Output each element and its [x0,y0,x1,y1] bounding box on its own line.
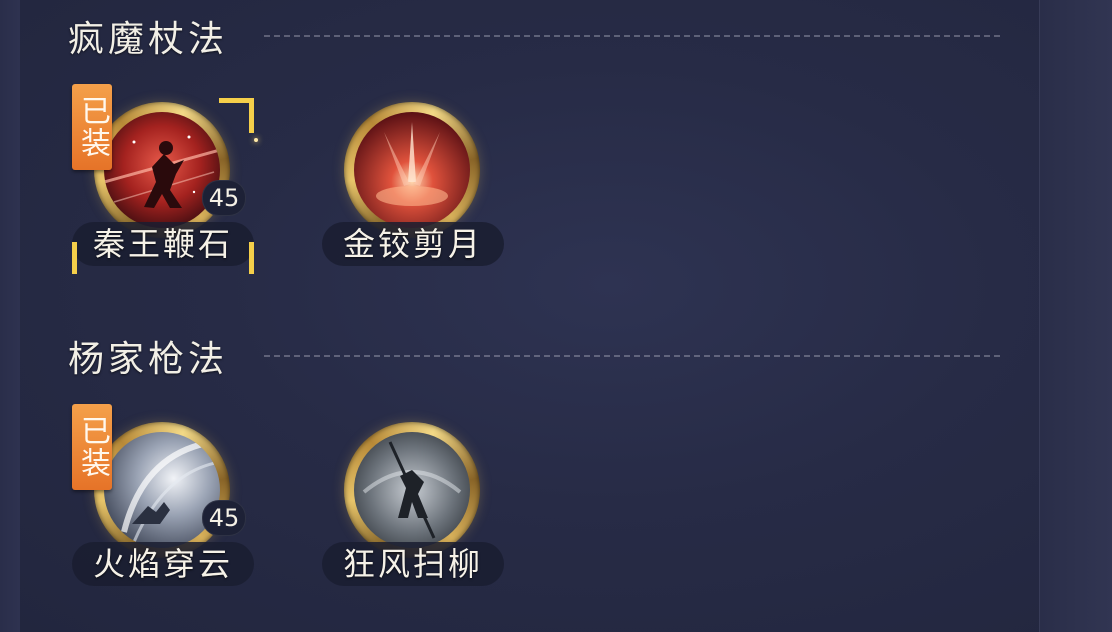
skill-name-label: 金铰剪月 [322,222,504,266]
right-side-panel [1039,0,1112,632]
skill-icon-ring [94,422,230,558]
section-title: 疯魔杖法 [68,19,229,60]
skill-name-label: 火焰穿云 [72,542,254,586]
selection-corner-icon [219,98,254,133]
skill-card-jinjiao-jianyue[interactable]: 金铰剪月 [322,98,512,278]
staff-warrior-icon [104,112,220,228]
section-header: 疯魔杖法 [68,16,228,60]
skill-list-screen: 疯魔杖法 已装 45 秦王鞭石 金铰剪月 杨家枪法 已装 45 火焰穿云 狂风扫… [0,0,1112,632]
skill-card-kuangfeng-saoliu[interactable]: 狂风扫柳 [322,418,512,598]
equipped-tag: 已装 [72,404,112,490]
section-divider [264,355,1000,357]
wind-spear-icon [104,432,220,548]
skill-card-huoyan-chuanyun[interactable]: 已装 45 火焰穿云 [72,404,262,598]
left-edge-panel [0,0,20,632]
sparkle-icon [254,138,258,142]
spear-sweep-icon [354,432,470,548]
section-header: 杨家枪法 [68,336,228,380]
section-title: 杨家枪法 [68,339,229,380]
skill-icon-ring [344,422,480,558]
skill-icon-ring [344,102,480,238]
skill-level-badge: 45 [202,500,246,536]
skill-level-badge: 45 [202,180,246,216]
red-burst-icon [354,112,470,228]
skill-name-label: 秦王鞭石 [72,222,254,266]
skill-name-label: 狂风扫柳 [322,542,504,586]
skill-card-qinwang-bianshi[interactable]: 已装 45 秦王鞭石 [72,84,262,278]
section-divider [264,35,1000,37]
skill-icon-ring [94,102,230,238]
equipped-tag: 已装 [72,84,112,170]
